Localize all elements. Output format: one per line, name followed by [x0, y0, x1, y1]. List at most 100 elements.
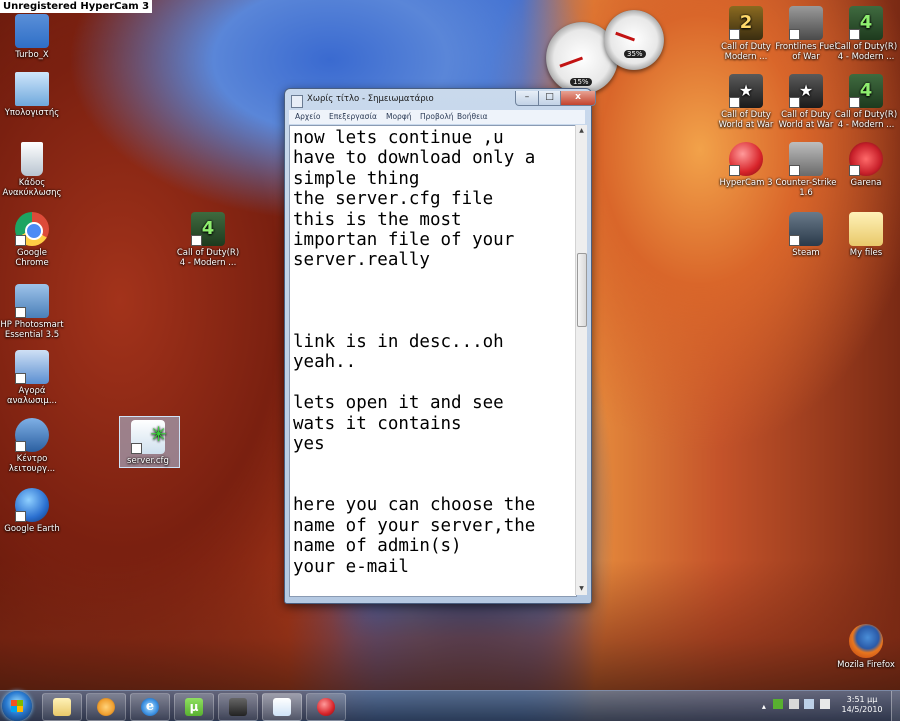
hypercam-icon: [729, 142, 763, 176]
desktop-icon-label: Κέντρο λειτουργ...: [8, 454, 56, 474]
media-player-icon: [97, 698, 115, 716]
desktop-icon-label: Call of Duty(R) 4 - Modern ...: [176, 248, 240, 268]
desktop-icon-label: server.cfg: [127, 456, 169, 466]
desktop-icon-hypercam[interactable]: HyperCam 3: [714, 142, 778, 188]
desktop-icon-label: Steam: [792, 248, 820, 258]
menu-edit[interactable]: Επεξεργασία: [329, 112, 377, 121]
internet-explorer-icon: e: [141, 698, 159, 716]
scroll-up-button[interactable]: ▲: [576, 125, 587, 137]
desktop-icon-frontlines[interactable]: Frontlines Fuel of War: [774, 6, 838, 62]
minimize-button[interactable]: –: [515, 91, 539, 106]
google-earth-icon: [15, 488, 49, 522]
desktop-icon-label: Call of Duty World at War: [718, 110, 774, 130]
shopping-icon: [15, 350, 49, 384]
desktop-icon-computer[interactable]: Υπολογιστής: [0, 72, 64, 118]
desktop-icon-label: Κάδος Ανακύκλωσης: [2, 178, 62, 198]
taskbar-explorer[interactable]: [42, 693, 82, 721]
memory-meter-gadget[interactable]: 35%: [604, 10, 664, 70]
notepad-icon: [291, 95, 303, 108]
desktop-icon-garena[interactable]: Garena: [834, 142, 898, 188]
desktop-icon-recycle-bin[interactable]: Κάδος Ανακύκλωσης: [0, 142, 64, 198]
scroll-down-button[interactable]: ▼: [576, 583, 587, 595]
scroll-thumb[interactable]: [577, 253, 587, 327]
window-title: Χωρίς τίτλο - Σημειωματάριο: [307, 94, 434, 104]
notepad-icon: [273, 698, 291, 716]
desktop-icon-cod4-right-2[interactable]: 4 Call of Duty(R) 4 - Modern ...: [834, 74, 898, 130]
desktop-icon-turbo-x[interactable]: Turbo_X: [0, 14, 64, 60]
menu-format[interactable]: Μορφή: [386, 112, 412, 121]
garena-icon: [849, 142, 883, 176]
taskbar-cod[interactable]: [218, 693, 258, 721]
cpu-needle: [559, 56, 584, 68]
desktop-icon-codwaw-1[interactable]: ★ Call of Duty World at War: [714, 74, 778, 130]
title-bar[interactable]: Χωρίς τίτλο - Σημειωματάριο – □ x: [291, 91, 596, 109]
desktop-icon-steam[interactable]: Steam: [774, 212, 838, 258]
memory-percent: 35%: [624, 50, 646, 58]
utorrent-icon: µ: [185, 698, 203, 716]
desktop-icon-label: Counter-Strike 1.6: [775, 178, 837, 198]
cod4-icon: 4: [849, 6, 883, 40]
cpu-percent: 15%: [570, 78, 592, 86]
desktop-icon-google-chrome[interactable]: Google Chrome: [0, 212, 64, 268]
menu-view[interactable]: Προβολή: [420, 112, 454, 121]
cod2-icon: 2: [729, 6, 763, 40]
text-editor[interactable]: now lets continue ,u have to download on…: [289, 125, 577, 597]
chrome-icon: [15, 212, 49, 246]
desktop-icon-label: Mozila Firefox: [837, 660, 895, 670]
menu-bar: Αρχείο Επεξεργασία Μορφή Προβολή Βοήθεια: [289, 110, 585, 124]
cod4-icon: 4: [849, 74, 883, 108]
maximize-button[interactable]: □: [538, 91, 561, 106]
desktop-icon-label: HP Photosmart Essential 3.5: [0, 320, 64, 340]
desktop-icon-google-earth[interactable]: Google Earth: [0, 488, 64, 534]
recycle-bin-icon: [21, 142, 43, 176]
desktop-icon-label: My files: [849, 248, 883, 258]
hp-center-icon: [15, 418, 49, 452]
folder-icon: [849, 212, 883, 246]
taskbar: e µ ▴ 3:51 μμ 14/5/2010: [0, 690, 900, 721]
desktop-icon-cod2[interactable]: 2 Call of Duty Modern ...: [714, 6, 778, 62]
desktop-icon-cod4[interactable]: 4 Call of Duty(R) 4 - Modern ...: [176, 212, 240, 268]
hypercam-taskbar-icon: [317, 698, 335, 716]
desktop-icon-codwaw-2[interactable]: ★ Call of Duty World at War: [774, 74, 838, 130]
folder-icon: [15, 14, 49, 48]
clock[interactable]: 3:51 μμ 14/5/2010: [836, 695, 888, 715]
desktop-icon-hp-center[interactable]: Κέντρο λειτουργ...: [0, 418, 64, 474]
notepad-window[interactable]: Χωρίς τίτλο - Σημειωματάριο – □ x Αρχείο…: [284, 88, 596, 604]
explorer-folder-icon: [53, 698, 71, 716]
action-center-icon[interactable]: [788, 699, 799, 709]
desktop-icon-hp-photosmart[interactable]: HP Photosmart Essential 3.5: [0, 284, 64, 340]
system-tray: ▴: [759, 699, 830, 712]
clock-date: 14/5/2010: [841, 705, 883, 714]
desktop-icon-label: Turbo_X: [15, 50, 49, 60]
editor-content[interactable]: now lets continue ,u have to download on…: [293, 128, 571, 577]
clock-time: 3:51 μμ: [846, 695, 878, 704]
network-icon[interactable]: [804, 699, 815, 709]
menu-file[interactable]: Αρχείο: [295, 112, 320, 121]
desktop-icon-cod4-right[interactable]: 4 Call of Duty(R) 4 - Modern ...: [834, 6, 898, 62]
desktop-icon-shopping[interactable]: Αγορά αναλωσιμ...: [0, 350, 64, 406]
memory-needle: [615, 31, 636, 42]
utorrent-tray-icon[interactable]: [773, 699, 784, 709]
codwaw-icon: ★: [729, 74, 763, 108]
steam-icon: [789, 212, 823, 246]
close-button[interactable]: x: [560, 91, 596, 106]
recording-banner: Unregistered HyperCam 3: [0, 0, 153, 13]
taskbar-utorrent[interactable]: µ: [174, 693, 214, 721]
taskbar-hypercam[interactable]: [306, 693, 346, 721]
show-hidden-icons-icon[interactable]: ▴: [762, 702, 768, 712]
desktop-icon-firefox[interactable]: Mozila Firefox: [834, 624, 898, 670]
taskbar-notepad[interactable]: [262, 693, 302, 721]
desktop-icon-my-files[interactable]: My files: [834, 212, 898, 258]
menu-help[interactable]: Βοήθεια: [457, 112, 488, 121]
desktop-icon-counter-strike[interactable]: Counter-Strike 1.6: [774, 142, 838, 198]
start-button[interactable]: [2, 691, 32, 721]
desktop-icon-label: Garena: [850, 178, 882, 188]
taskbar-media-player[interactable]: [86, 693, 126, 721]
desktop-icon-label: Αγορά αναλωσιμ...: [7, 386, 57, 406]
vertical-scrollbar[interactable]: ▲ ▼: [575, 125, 587, 595]
desktop-icon-server-cfg[interactable]: ✳ server.cfg: [116, 420, 180, 466]
taskbar-internet-explorer[interactable]: e: [130, 693, 170, 721]
show-desktop-button[interactable]: [891, 691, 900, 721]
volume-icon[interactable]: [820, 699, 830, 709]
codwaw-icon: ★: [789, 74, 823, 108]
